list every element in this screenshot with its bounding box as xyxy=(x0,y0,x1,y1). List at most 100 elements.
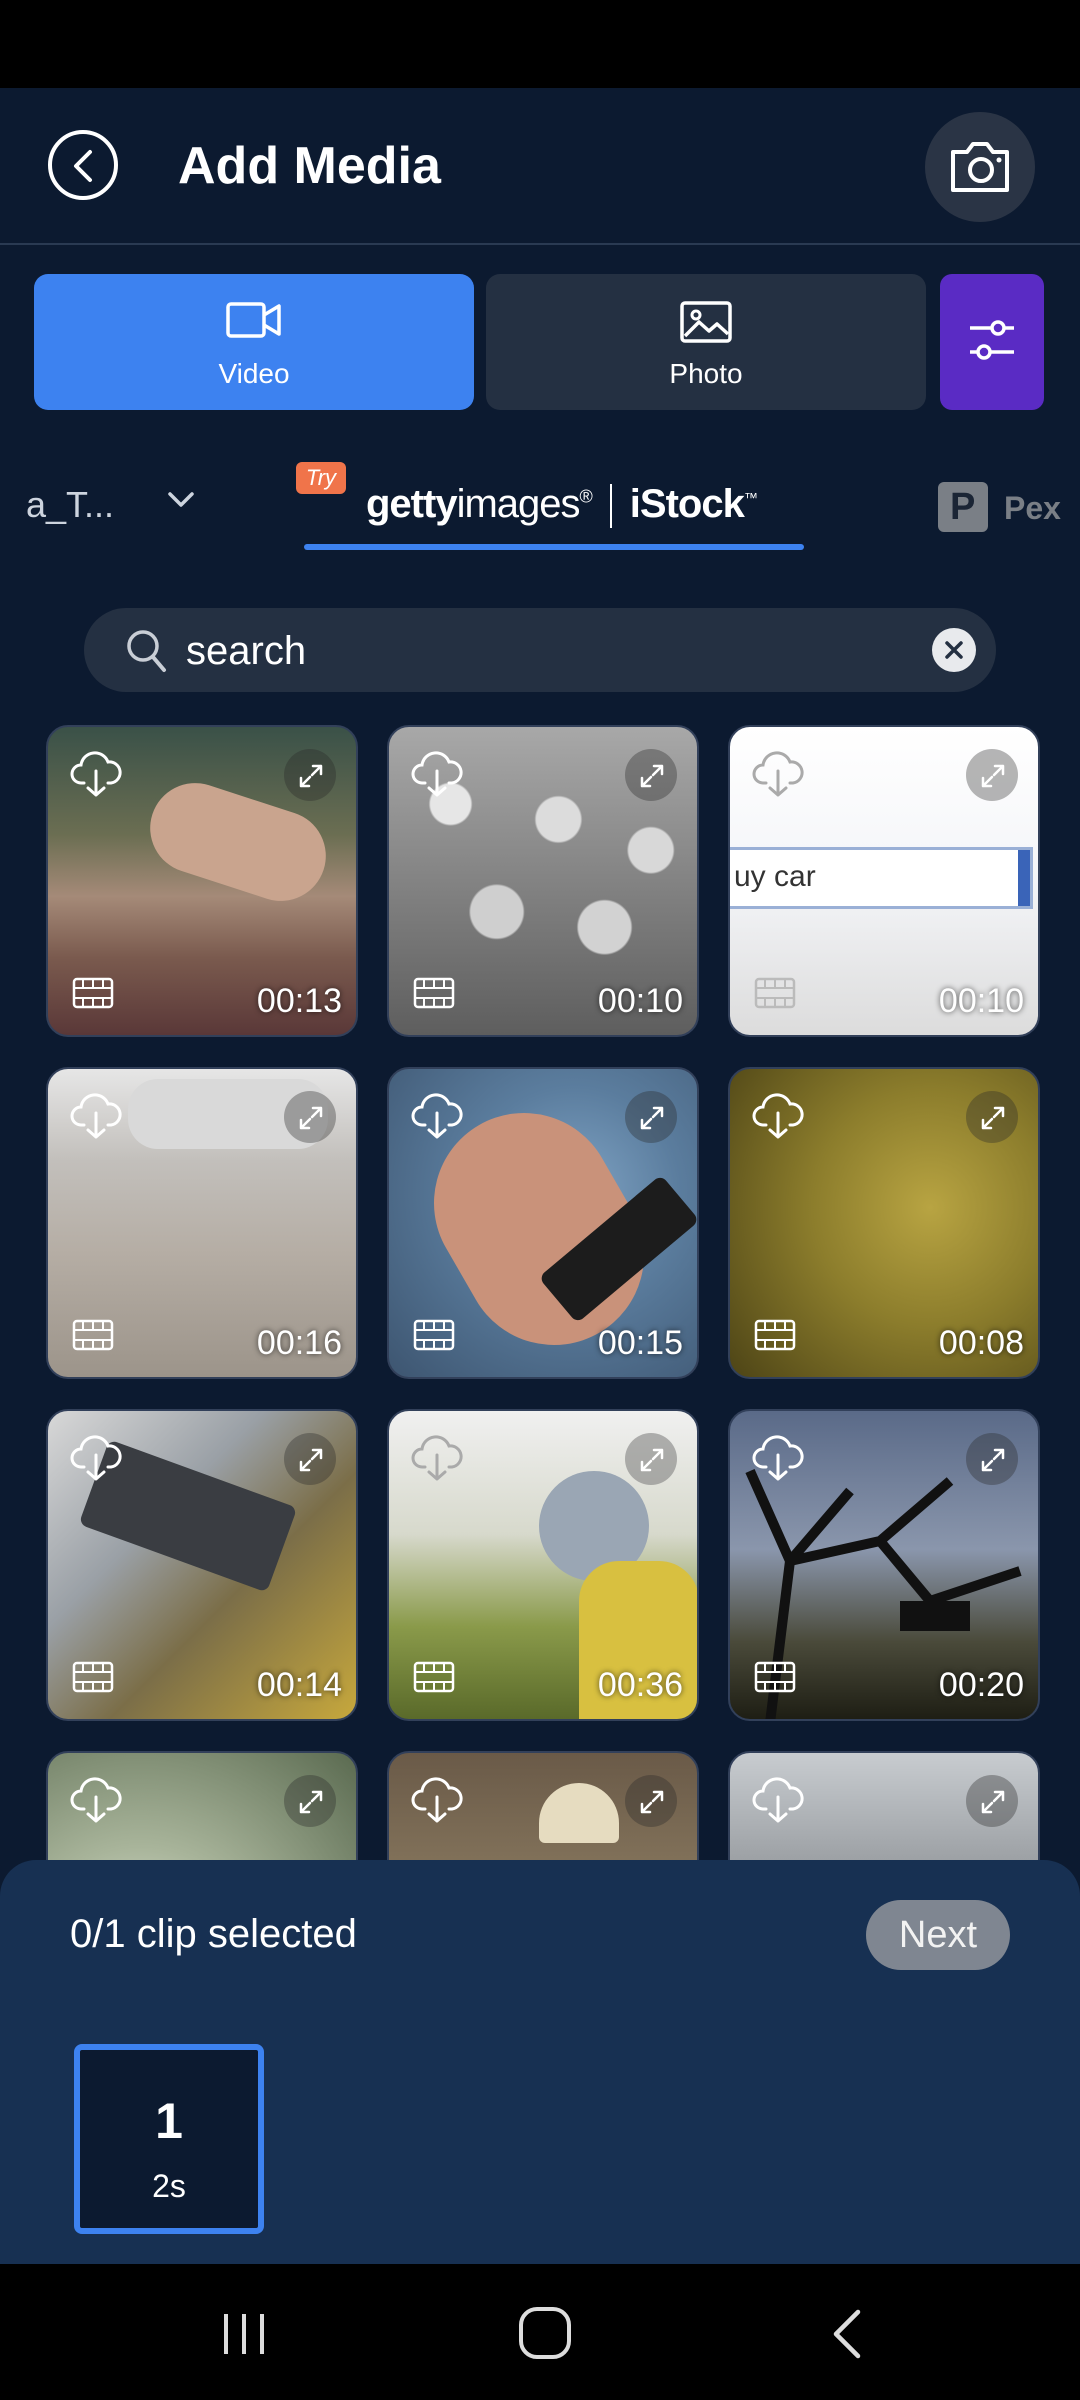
camera-icon xyxy=(951,142,1009,192)
expand-button[interactable] xyxy=(284,749,336,801)
close-icon xyxy=(945,641,963,659)
film-icon xyxy=(754,977,796,1009)
getty-registered-mark: ® xyxy=(579,486,593,507)
film-icon xyxy=(413,1661,455,1693)
duration-label: 00:10 xyxy=(597,982,683,1020)
expand-button[interactable] xyxy=(966,1775,1018,1827)
cloud-download-icon[interactable] xyxy=(70,751,122,799)
logo-separator xyxy=(609,484,612,529)
tab-video[interactable]: Video xyxy=(34,274,474,410)
media-thumbnail[interactable]: 00:20 xyxy=(728,1409,1040,1721)
media-thumbnail[interactable]: 00:36 xyxy=(387,1409,699,1721)
film-icon xyxy=(413,977,455,1009)
recent-apps-icon[interactable] xyxy=(220,2312,268,2356)
film-icon xyxy=(413,1319,455,1351)
media-grid: 00:13 00:10 uy car 00:10 00:16 00:15 00:… xyxy=(0,725,1080,1860)
clip-slot[interactable]: 1 2s xyxy=(74,2044,264,2234)
duration-label: 00:08 xyxy=(938,1324,1024,1362)
media-thumbnail[interactable]: 00:15 xyxy=(387,1067,699,1379)
home-icon[interactable] xyxy=(518,2306,572,2360)
media-thumbnail[interactable] xyxy=(46,1751,358,1860)
getty-logo-text-a: getty xyxy=(366,482,458,526)
cloud-download-icon[interactable] xyxy=(411,1777,463,1825)
search-input[interactable] xyxy=(184,622,888,680)
chevron-down-icon[interactable] xyxy=(166,490,196,510)
duration-label: 00:36 xyxy=(597,1666,683,1704)
media-thumbnail[interactable] xyxy=(387,1751,699,1860)
expand-icon xyxy=(299,1448,323,1472)
cloud-download-icon[interactable] xyxy=(70,1777,122,1825)
system-navigation-bar xyxy=(0,2264,1080,2400)
source-tabs: a_T... Try gettyimages® iStock™ P Pex xyxy=(0,440,1080,560)
cloud-download-icon[interactable] xyxy=(411,1093,463,1141)
expand-button[interactable] xyxy=(625,1433,677,1485)
cloud-download-icon[interactable] xyxy=(752,1435,804,1483)
source-tab-indicator xyxy=(304,544,804,550)
pexels-icon[interactable]: P xyxy=(938,482,988,532)
sun-hat-image xyxy=(539,1783,619,1843)
clear-search-button[interactable] xyxy=(932,628,976,672)
text-field-image: uy car xyxy=(730,847,1033,909)
image-icon xyxy=(680,301,732,343)
expand-button[interactable] xyxy=(625,1775,677,1827)
expand-icon xyxy=(640,1448,664,1472)
media-thumbnail[interactable]: 00:08 xyxy=(728,1067,1040,1379)
field-edge xyxy=(1018,850,1030,906)
try-badge: Try xyxy=(296,462,346,494)
expand-icon xyxy=(640,1106,664,1130)
duration-label: 00:14 xyxy=(256,1666,342,1704)
istock-tm-mark: ™ xyxy=(743,489,758,506)
source-getty-istock[interactable]: gettyimages® iStock™ xyxy=(366,482,758,529)
expand-button[interactable] xyxy=(284,1775,336,1827)
cloud-download-icon[interactable] xyxy=(752,1777,804,1825)
clip-slot-number: 1 xyxy=(155,2093,183,2149)
media-thumbnail[interactable]: uy car 00:10 xyxy=(728,725,1040,1037)
expand-button[interactable] xyxy=(284,1091,336,1143)
media-thumbnail[interactable]: 00:16 xyxy=(46,1067,358,1379)
cloud-download-icon[interactable] xyxy=(411,751,463,799)
film-icon xyxy=(72,977,114,1009)
media-thumbnail[interactable]: 00:10 xyxy=(387,725,699,1037)
cloud-download-icon[interactable] xyxy=(70,1435,122,1483)
duration-label: 00:16 xyxy=(256,1324,342,1362)
camera-button[interactable] xyxy=(925,112,1035,222)
expand-icon xyxy=(299,1106,323,1130)
cloud-download-icon[interactable] xyxy=(411,1435,463,1483)
expand-button[interactable] xyxy=(966,1433,1018,1485)
expand-button[interactable] xyxy=(966,1091,1018,1143)
expand-icon xyxy=(981,1448,1005,1472)
clip-slot-duration: 2s xyxy=(152,2168,186,2204)
chevron-left-icon xyxy=(74,150,92,182)
media-thumbnail[interactable]: 00:14 xyxy=(46,1409,358,1721)
expand-button[interactable] xyxy=(625,1091,677,1143)
thumbnail-caption: uy car xyxy=(734,860,816,893)
duration-label: 00:10 xyxy=(938,982,1024,1020)
media-thumbnail[interactable]: 00:13 xyxy=(46,725,358,1037)
video-camera-icon xyxy=(226,302,281,338)
source-pexels-label[interactable]: Pex xyxy=(1004,490,1061,527)
selection-sheet: 0/1 clip selected Next 1 2s xyxy=(0,1860,1080,2264)
tab-photo-label: Photo xyxy=(669,358,743,389)
source-dropdown-label[interactable]: a_T... xyxy=(26,484,114,526)
expand-button[interactable] xyxy=(625,749,677,801)
expand-button[interactable] xyxy=(966,749,1018,801)
sliders-icon xyxy=(970,320,1014,360)
duration-label: 00:20 xyxy=(938,1666,1024,1704)
selection-status: 0/1 clip selected xyxy=(70,1912,357,1956)
media-thumbnail[interactable] xyxy=(728,1751,1040,1860)
back-nav-icon[interactable] xyxy=(830,2308,864,2360)
search-bar[interactable] xyxy=(84,608,996,692)
cloud-download-icon[interactable] xyxy=(752,1093,804,1141)
duration-label: 00:15 xyxy=(597,1324,683,1362)
expand-button[interactable] xyxy=(284,1433,336,1485)
next-button[interactable]: Next xyxy=(866,1900,1010,1970)
cloud-download-icon[interactable] xyxy=(752,751,804,799)
cloud-download-icon[interactable] xyxy=(70,1093,122,1141)
tab-photo[interactable]: Photo xyxy=(486,274,926,410)
filter-button[interactable] xyxy=(940,274,1044,410)
getty-logo-text-b: images xyxy=(456,482,581,526)
back-button[interactable] xyxy=(48,130,118,200)
status-bar xyxy=(0,0,1080,88)
istock-logo-text: iStock xyxy=(629,482,745,526)
duration-label: 00:13 xyxy=(256,982,342,1020)
